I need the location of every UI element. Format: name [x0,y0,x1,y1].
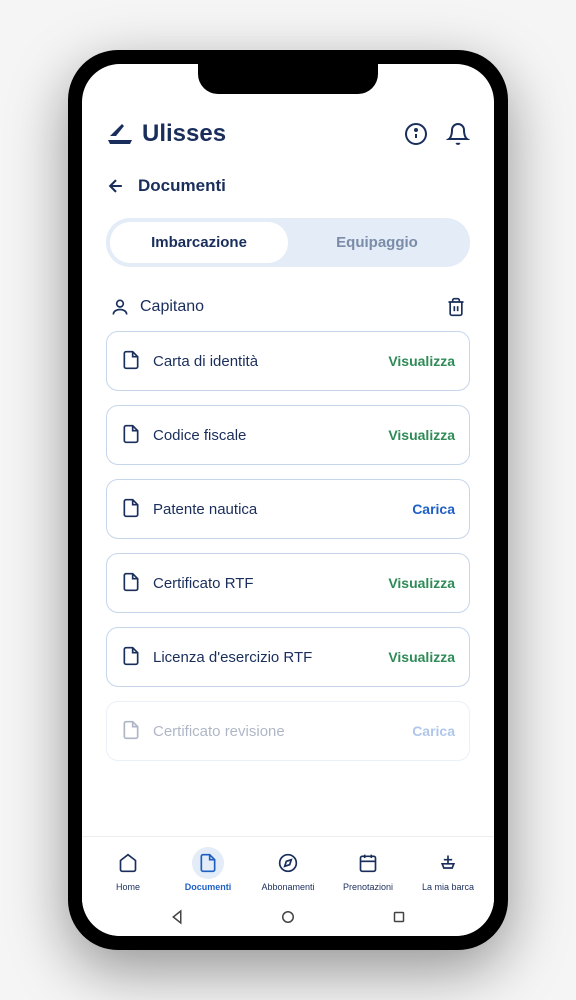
document-item[interactable]: Codice fiscale Visualizza [106,405,470,465]
document-action[interactable]: Carica [412,723,455,739]
android-home-icon[interactable] [279,908,297,926]
android-back-icon[interactable] [168,908,186,926]
compass-icon [278,853,298,873]
info-icon[interactable] [404,122,428,146]
document-icon [121,572,141,594]
doc-icon [198,853,218,873]
nav-label: Abbonamenti [261,882,314,892]
nav-item-boat[interactable]: La mia barca [408,847,488,892]
calendar-icon [358,853,378,873]
document-title: Certificato RTF [153,575,376,592]
bell-icon[interactable] [446,122,470,146]
document-icon [121,350,141,372]
segment-equipaggio[interactable]: Equipaggio [288,222,466,263]
home-icon [118,853,138,873]
app-header: Ulisses [82,104,494,164]
document-title: Codice fiscale [153,427,376,444]
nav-item-home[interactable]: Home [88,847,168,892]
back-arrow-icon[interactable] [106,176,126,196]
document-title: Certificato revisione [153,723,400,740]
segment-imbarcazione[interactable]: Imbarcazione [110,222,288,263]
document-action[interactable]: Visualizza [388,353,455,369]
page-header: Documenti [82,164,494,208]
nav-label: Documenti [185,882,232,892]
document-icon [121,424,141,446]
android-recent-icon[interactable] [390,908,408,926]
document-action[interactable]: Visualizza [388,649,455,665]
person-icon [110,297,130,317]
section-title: Capitano [140,298,204,316]
document-list: Carta di identitàVisualizzaCodice fiscal… [82,331,494,836]
segment-control: Imbarcazione Equipaggio [106,218,470,267]
brand-logo: Ulisses [106,120,226,148]
section-header: Capitano [82,277,494,331]
nav-label: La mia barca [422,882,474,892]
nav-item-compass[interactable]: Abbonamenti [248,847,328,892]
nav-item-doc[interactable]: Documenti [168,847,248,892]
document-icon [121,646,141,668]
document-title: Licenza d'esercizio RTF [153,649,376,666]
brand-name: Ulisses [142,120,226,148]
document-action[interactable]: Visualizza [388,575,455,591]
android-nav-bar [82,898,494,936]
nav-label: Prenotazioni [343,882,393,892]
document-item[interactable]: Licenza d'esercizio RTF Visualizza [106,627,470,687]
document-title: Patente nautica [153,501,400,518]
document-item[interactable]: Certificato revisione Carica [106,701,470,761]
nav-item-calendar[interactable]: Prenotazioni [328,847,408,892]
nav-label: Home [116,882,140,892]
document-title: Carta di identità [153,353,376,370]
trash-icon[interactable] [446,297,466,317]
boat-icon [438,853,458,873]
bottom-nav: Home Documenti Abbonamenti Prenotazioni La m… [82,836,494,898]
document-action[interactable]: Carica [412,501,455,517]
document-icon [121,498,141,520]
page-title: Documenti [138,176,226,196]
document-icon [121,720,141,742]
document-item[interactable]: Carta di identità Visualizza [106,331,470,391]
brand-logo-icon [106,122,134,146]
document-item[interactable]: Certificato RTF Visualizza [106,553,470,613]
document-action[interactable]: Visualizza [388,427,455,443]
document-item[interactable]: Patente nautica Carica [106,479,470,539]
